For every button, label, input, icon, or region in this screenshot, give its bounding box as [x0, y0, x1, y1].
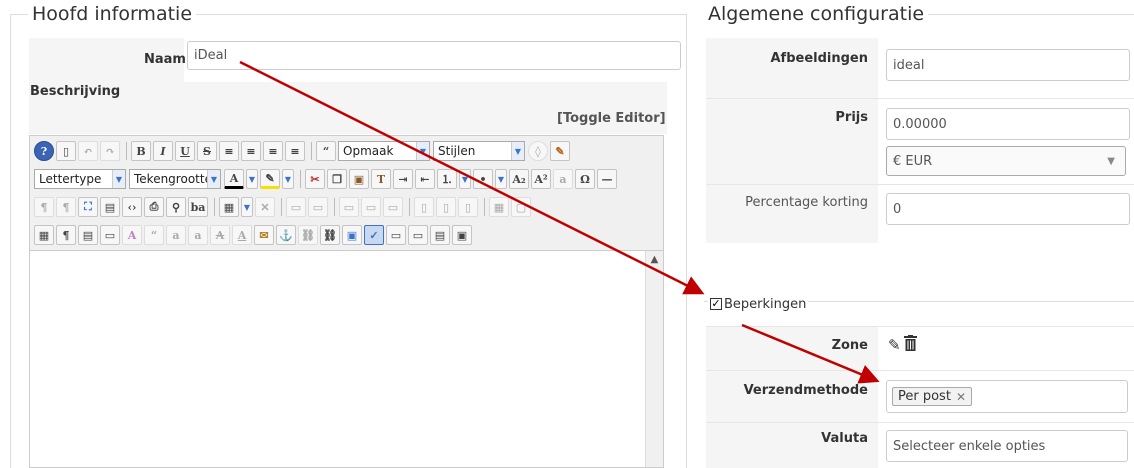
arrow-to-restrictions	[239, 60, 705, 295]
arrow-to-shipping	[741, 323, 880, 384]
annotation-arrows	[239, 60, 880, 384]
